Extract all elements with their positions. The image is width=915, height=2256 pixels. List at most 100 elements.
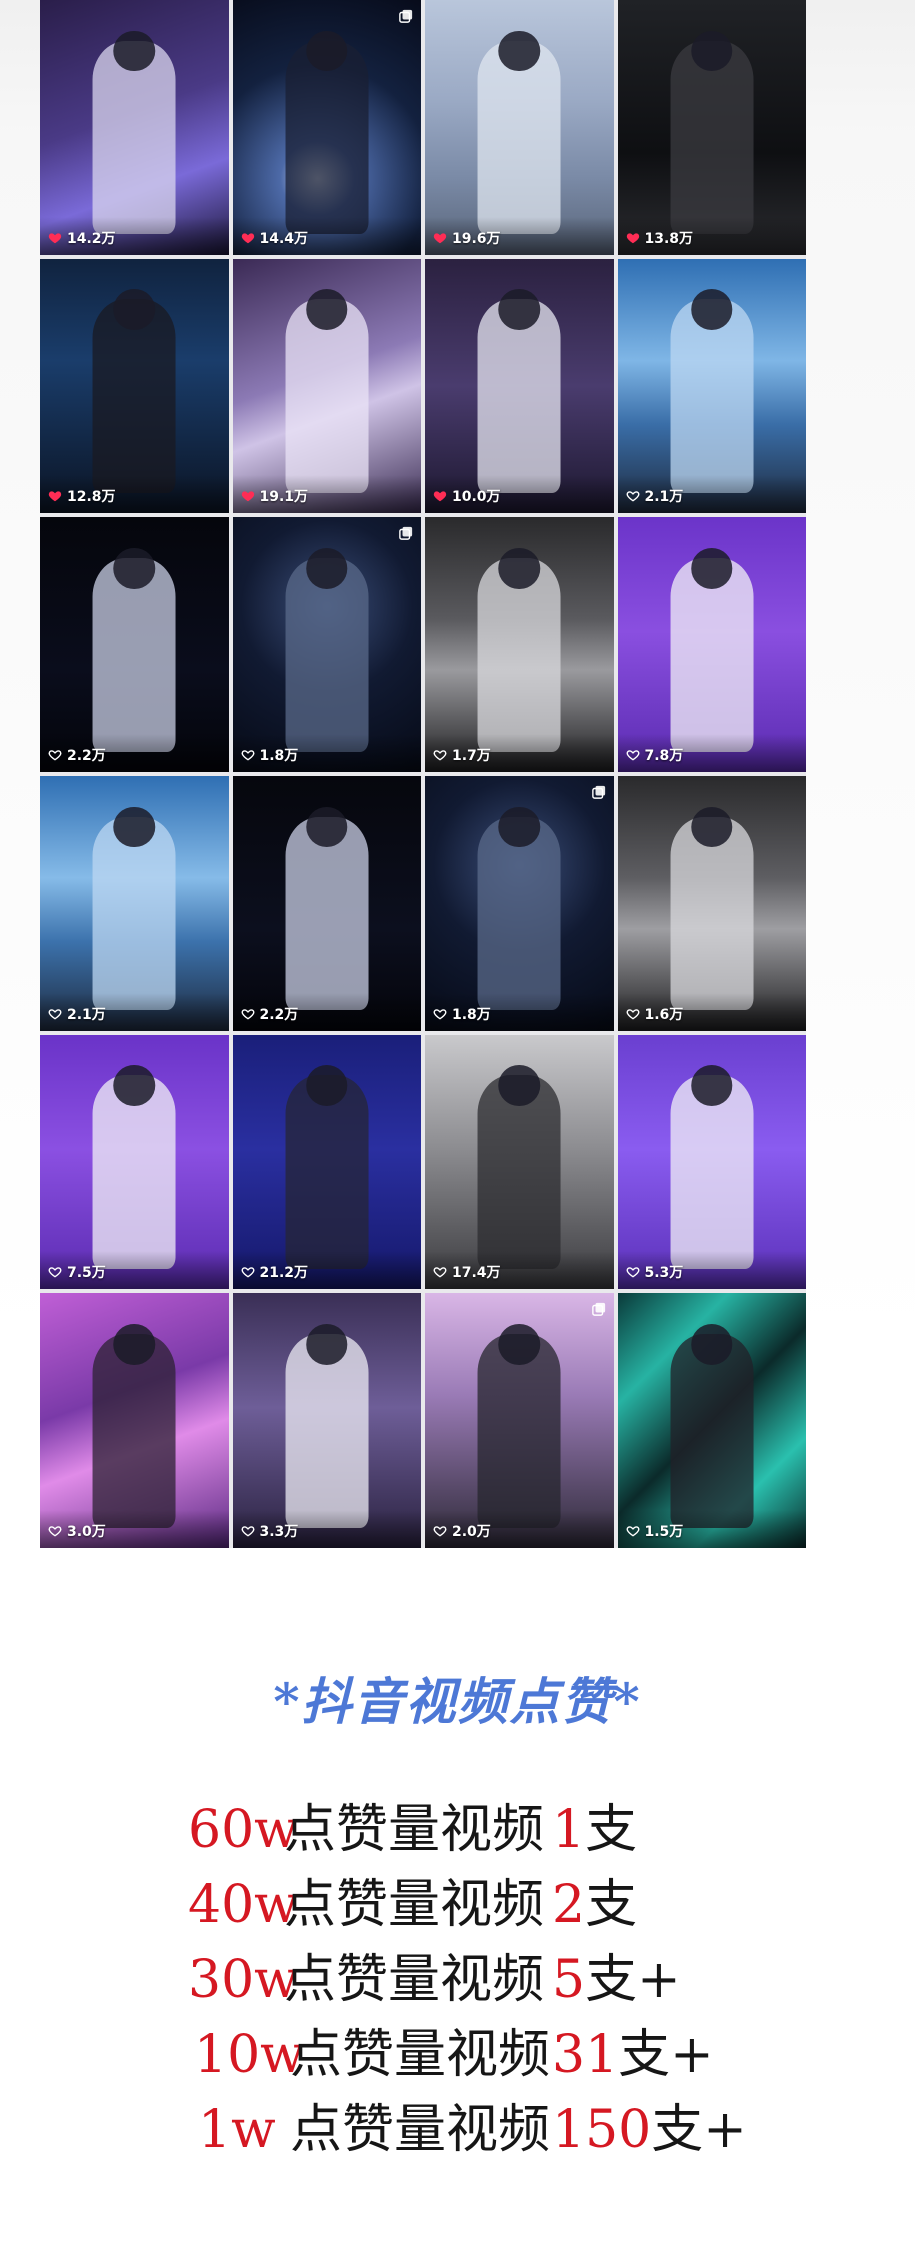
performer-head [498, 547, 540, 589]
video-tile[interactable]: 3.0万 [40, 1293, 229, 1548]
heart-filled-icon [433, 231, 447, 245]
heart-outline-icon [241, 1007, 255, 1021]
performer-head [113, 806, 155, 848]
heart-outline-icon [433, 1524, 447, 1538]
stat-threshold: 10w [194, 2025, 305, 2085]
like-count: 1.5万 [626, 1521, 684, 1541]
like-count-text: 10.0万 [452, 489, 501, 506]
video-tile[interactable]: 1.7万 [425, 517, 614, 772]
performer-head [306, 1065, 348, 1106]
video-tile[interactable]: 7.5万 [40, 1034, 229, 1290]
like-count: 19.6万 [433, 228, 501, 248]
stat-threshold: 1w [198, 2100, 276, 2160]
video-tile[interactable]: 14.2万 [40, 0, 229, 255]
video-tile[interactable]: 10.0万 [425, 258, 614, 514]
like-count: 7.8万 [626, 745, 684, 765]
stat-threshold: 60w [188, 1800, 299, 1860]
video-tile[interactable]: 2.1万 [40, 776, 229, 1031]
heart-outline-icon [626, 1265, 640, 1279]
video-tile[interactable]: 2.2万 [40, 517, 229, 772]
performer-head [691, 547, 733, 589]
video-tile[interactable]: 1.5万 [617, 1293, 806, 1548]
stat-unit: 支+ [618, 2025, 714, 2085]
stat-label: 点赞量视频 [284, 1950, 545, 2010]
stat-count-group: 1支 [552, 1795, 637, 1865]
performer-head [113, 289, 155, 330]
video-tile[interactable]: 21.2万 [232, 1034, 421, 1290]
video-tile[interactable]: 19.1万 [232, 258, 421, 514]
heart-filled-icon [433, 489, 447, 503]
performer-head [498, 1323, 540, 1365]
like-count: 1.6万 [626, 1004, 683, 1024]
heart-filled-icon [626, 231, 640, 245]
video-tile[interactable]: 12.8万 [40, 258, 229, 514]
like-count-text: 13.8万 [644, 230, 694, 247]
performer-head [498, 30, 540, 72]
video-tile[interactable]: 2.1万 [617, 258, 806, 514]
like-count: 13.8万 [626, 228, 694, 248]
stat-count: 31 [552, 2025, 619, 2085]
heart-outline-icon [241, 1265, 255, 1279]
like-count: 1.8万 [433, 1004, 491, 1024]
stat-unit: 支 [585, 1875, 638, 1935]
stat-label: 点赞量视频 [290, 2100, 551, 2160]
like-count-text: 2.2万 [67, 748, 106, 764]
stat-count-group: 31支+ [552, 2020, 714, 2090]
like-count-text: 14.2万 [67, 230, 116, 247]
heart-outline-icon [626, 489, 640, 503]
video-tile[interactable]: 14.4万 [232, 0, 421, 255]
stat-unit: 支 [585, 1800, 638, 1860]
heart-outline-icon [48, 1007, 62, 1021]
video-tile[interactable]: 19.6万 [425, 0, 614, 255]
stat-count-group: 5支+ [552, 1945, 681, 2015]
video-tile[interactable]: 2.2万 [232, 776, 421, 1031]
performer-head [498, 1065, 540, 1106]
heart-filled-icon [241, 489, 255, 503]
like-count-text: 2.1万 [67, 1006, 106, 1023]
video-grid: 14.2万 14.4万 19.6万 13.8万 12.8万 19.1万 10.0万 2.1万 2… [40, 0, 806, 1548]
performer-head [306, 289, 348, 330]
stat-label: 点赞量视频 [290, 2025, 551, 2085]
heart-outline-icon [433, 1007, 447, 1021]
heart-outline-icon [626, 1007, 640, 1021]
like-count-text: 7.5万 [67, 1265, 106, 1282]
video-tile[interactable]: 13.8万 [617, 0, 806, 255]
video-tile[interactable]: 3.3万 [232, 1293, 421, 1548]
video-tile[interactable]: 7.8万 [617, 517, 806, 772]
stat-label: 点赞量视频 [284, 1875, 545, 1935]
stat-unit: 支+ [651, 2100, 747, 2160]
performer-head [691, 1323, 733, 1365]
heart-outline-icon [241, 1524, 255, 1538]
performer-head [498, 289, 540, 330]
like-count-text: 1.5万 [644, 1524, 684, 1540]
performer-head [306, 547, 348, 589]
performer-head [306, 1323, 348, 1365]
like-count: 3.3万 [241, 1521, 298, 1541]
stat-count: 150 [552, 2100, 652, 2160]
like-count-text: 14.4万 [259, 230, 309, 247]
performer-head [113, 547, 155, 589]
like-count: 14.2万 [48, 228, 116, 248]
performer-head [691, 289, 733, 330]
video-tile[interactable]: 1.6万 [617, 776, 806, 1031]
heart-filled-icon [48, 231, 62, 245]
like-count: 2.2万 [241, 1004, 298, 1024]
video-tile[interactable]: 1.8万 [232, 517, 421, 772]
heart-filled-icon [48, 489, 62, 503]
video-tile[interactable]: 1.8万 [425, 776, 614, 1031]
heart-outline-icon [241, 748, 255, 762]
multi-image-icon [399, 8, 413, 23]
video-tile[interactable]: 5.3万 [617, 1034, 806, 1290]
like-count: 2.1万 [626, 486, 683, 506]
performer-head [306, 806, 348, 848]
video-tile[interactable]: 2.0万 [425, 1293, 614, 1548]
heart-outline-icon [48, 1265, 62, 1279]
like-count-text: 7.8万 [644, 748, 684, 764]
video-tile[interactable]: 17.4万 [425, 1034, 614, 1290]
stat-count: 1 [552, 1800, 586, 1860]
heart-outline-icon [626, 748, 640, 762]
stat-count: 5 [552, 1950, 586, 2010]
heart-outline-icon [433, 748, 447, 762]
heart-outline-icon [433, 1265, 447, 1279]
performer-head [113, 1065, 155, 1106]
